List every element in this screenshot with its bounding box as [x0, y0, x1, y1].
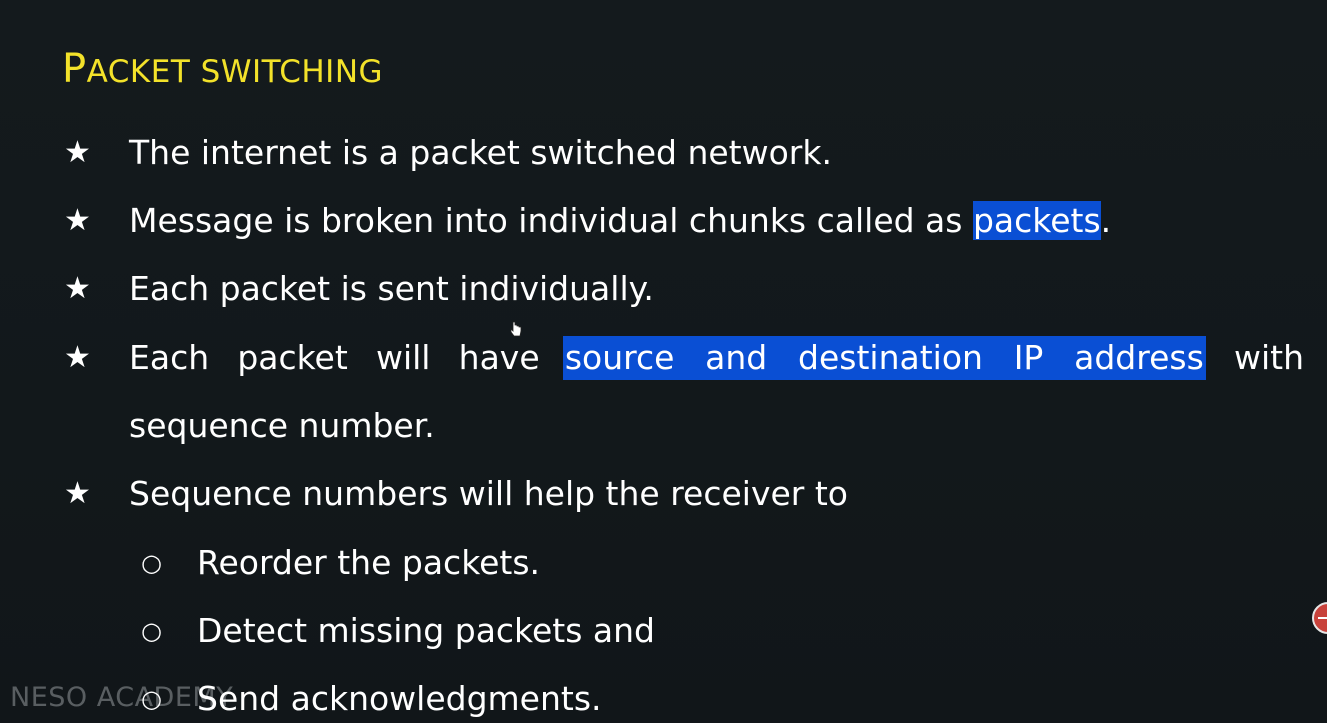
bullet-2-end: .	[1100, 201, 1112, 240]
star-bullet-icon: ★	[64, 340, 91, 375]
circle-bullet-icon: ○	[141, 617, 162, 645]
bullet-4-word: with	[1233, 338, 1304, 377]
circle-bullet-icon: ○	[141, 549, 162, 577]
bullet-4-continuation: sequence number.	[129, 406, 435, 445]
bullet-4-word: Each	[129, 338, 210, 377]
bullet-4-word: will	[375, 338, 431, 377]
slide-title-initial: P	[62, 46, 87, 92]
highlight-word: IP	[1013, 338, 1044, 377]
bullet-4-word: have	[458, 338, 540, 377]
bullet-2-text: Message is broken into individual chunks…	[129, 201, 973, 240]
star-bullet-icon: ★	[64, 476, 91, 511]
bullet-3: Each packet is sent individually.	[129, 269, 654, 308]
bullet-4-word: packet	[237, 338, 348, 377]
sub-bullet-1: Reorder the packets.	[197, 543, 541, 582]
sub-bullet-2: Detect missing packets and	[197, 611, 656, 650]
hand-cursor-icon	[510, 321, 522, 337]
circle-bullet-icon: ○	[141, 685, 162, 713]
slide-title-rest: acket switching	[86, 54, 384, 90]
star-bullet-icon: ★	[64, 203, 91, 238]
bullet-5: Sequence numbers will help the receiver …	[129, 474, 848, 513]
highlight-word: address	[1074, 338, 1204, 377]
bullet-2: Message is broken into individual chunks…	[129, 199, 1111, 243]
sub-bullet-3: Send acknowledgments.	[197, 679, 602, 718]
bullet-1: The internet is a packet switched networ…	[129, 133, 832, 172]
star-bullet-icon: ★	[64, 271, 91, 306]
slide-title: Packet switching	[62, 44, 383, 97]
highlight-source-destination: source and destination IP address	[562, 336, 1206, 380]
highlight-word: source	[564, 338, 675, 377]
highlight-packets: packets	[972, 201, 1101, 240]
bullet-4: Each packet will have source and destina…	[129, 336, 1304, 380]
star-bullet-icon: ★	[64, 135, 91, 170]
minus-circle-icon[interactable]	[1312, 602, 1327, 634]
highlight-word: destination	[798, 338, 983, 377]
slide: Packet switching ★ The internet is a pac…	[0, 0, 1327, 723]
highlight-word: and	[705, 338, 768, 377]
